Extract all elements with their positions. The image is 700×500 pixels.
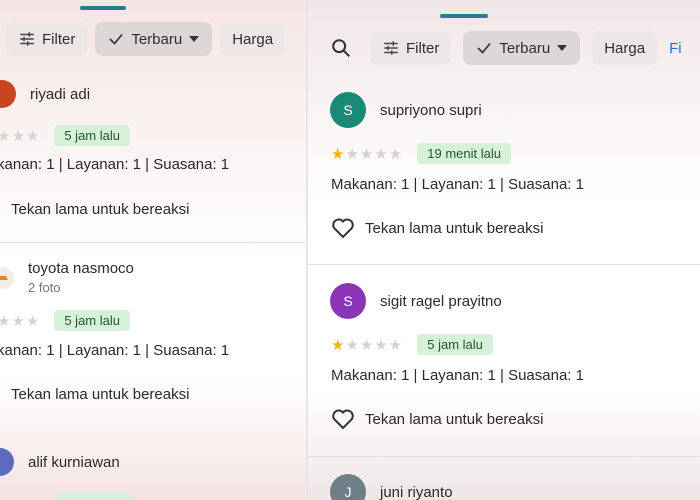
- review-card: riyadi adi: [0, 80, 90, 108]
- tune-icon: [384, 41, 398, 55]
- filter-chip[interactable]: Filter: [6, 22, 88, 56]
- reviewer-name[interactable]: supriyono supri: [380, 102, 482, 119]
- filter-chip-label: Filter: [406, 39, 440, 57]
- review-meta: ★★★★★ 5 jam lalu: [331, 334, 493, 355]
- time-badge: [56, 493, 132, 500]
- tab-indicator: [80, 6, 126, 10]
- avatar-initial: S: [343, 102, 353, 118]
- filter-chip-label: Filter: [42, 30, 76, 48]
- react-label: Tekan lama untuk bereaksi: [11, 200, 190, 218]
- star-rating: ★★★★★: [331, 145, 404, 163]
- price-chip[interactable]: Harga: [220, 22, 286, 56]
- time-badge: 5 jam lalu: [54, 310, 130, 331]
- price-chip[interactable]: Harga: [592, 31, 658, 65]
- heart-icon: [332, 218, 354, 239]
- star-rating: ★★★★★: [331, 336, 404, 354]
- rating-breakdown: Makanan: 1 | Layanan: 1 | Suasana: 1: [331, 176, 584, 193]
- search-button[interactable]: [324, 31, 358, 65]
- tab-indicator: [440, 14, 488, 18]
- reviewer-name[interactable]: riyadi adi: [30, 86, 90, 103]
- review-card: J juni riyanto: [330, 474, 453, 500]
- review-card: alif kurniawan: [0, 448, 120, 476]
- search-icon: [332, 39, 350, 57]
- reviewer-name[interactable]: sigit ragel prayitno: [380, 293, 502, 310]
- price-chip-label: Harga: [232, 30, 274, 48]
- review-card: S sigit ragel prayitno: [330, 283, 502, 319]
- star-rating: ★★★: [0, 127, 41, 145]
- photo-count: 2 foto: [28, 280, 61, 295]
- avatar[interactable]: [0, 266, 14, 289]
- price-chip-label: Harga: [604, 39, 646, 57]
- time-badge: 5 jam lalu: [54, 125, 130, 146]
- avatar[interactable]: [0, 448, 14, 476]
- react-label: Tekan lama untuk bereaksi: [11, 385, 190, 403]
- react-prompt[interactable]: Tekan lama untuk bereaksi: [331, 217, 543, 239]
- filter-chip-row: Filter Terbaru Harga: [6, 22, 286, 56]
- rating-breakdown: Makanan: 1 | Layanan: 1 | Suasana: 1: [331, 367, 584, 384]
- newest-chip[interactable]: Terbaru: [463, 31, 581, 65]
- heart-icon: [332, 409, 354, 430]
- avatar[interactable]: S: [330, 283, 366, 319]
- check-icon: [109, 33, 123, 45]
- reviewer-name[interactable]: toyota nasmoco: [28, 260, 134, 277]
- time-badge: 5 jam lalu: [417, 334, 493, 355]
- filter-chip-row: Filter Terbaru Harga Fi: [324, 31, 682, 65]
- more-filters-chip[interactable]: Fi: [669, 40, 682, 57]
- rating-breakdown: kanan: 1 | Layanan: 1 | Suasana: 1: [0, 156, 230, 173]
- review-meta: ★★★★★ 19 menit lalu: [331, 143, 511, 164]
- dropdown-arrow-icon: [557, 45, 568, 51]
- time-badge: 19 menit lalu: [417, 143, 511, 164]
- review-meta: ★★★ 5 jam lalu: [0, 310, 130, 331]
- rating-breakdown: kanan: 1 | Layanan: 1 | Suasana: 1: [0, 342, 230, 359]
- divider: [308, 456, 700, 457]
- filter-chip[interactable]: Filter: [370, 31, 452, 65]
- avatar[interactable]: J: [330, 474, 366, 500]
- review-meta: ★★★ 5 jam lalu: [0, 125, 130, 146]
- avatar-initial: J: [344, 484, 352, 500]
- react-prompt[interactable]: Tekan lama untuk bereaksi: [0, 384, 189, 404]
- react-label: Tekan lama untuk bereaksi: [365, 410, 544, 428]
- right-review-pane: Filter Terbaru Harga Fi S supriyono supr…: [308, 0, 700, 500]
- newest-chip-label: Terbaru: [499, 39, 551, 57]
- avatar[interactable]: S: [330, 92, 366, 128]
- newest-chip[interactable]: Terbaru: [95, 22, 213, 56]
- react-prompt[interactable]: Tekan lama untuk bereaksi: [0, 199, 189, 219]
- review-card: toyota nasmoco 2 foto: [0, 260, 134, 295]
- divider: [0, 242, 306, 243]
- left-review-pane: Filter Terbaru Harga riyadi adi ★★★ 5 ja…: [0, 0, 306, 500]
- reviewer-name[interactable]: alif kurniawan: [28, 454, 120, 471]
- newest-chip-label: Terbaru: [131, 30, 183, 48]
- check-icon: [477, 42, 491, 54]
- avatar-initial: S: [343, 293, 353, 309]
- reviewer-name[interactable]: juni riyanto: [380, 484, 453, 500]
- avatar[interactable]: [0, 80, 16, 108]
- review-card: S supriyono supri: [330, 92, 482, 128]
- car-logo-icon: [0, 275, 8, 280]
- star-rating: ★★★: [0, 312, 41, 330]
- dropdown-arrow-icon: [189, 36, 200, 42]
- react-label: Tekan lama untuk bereaksi: [365, 219, 544, 237]
- react-prompt[interactable]: Tekan lama untuk bereaksi: [331, 408, 543, 430]
- tune-icon: [20, 32, 34, 46]
- divider: [308, 264, 700, 265]
